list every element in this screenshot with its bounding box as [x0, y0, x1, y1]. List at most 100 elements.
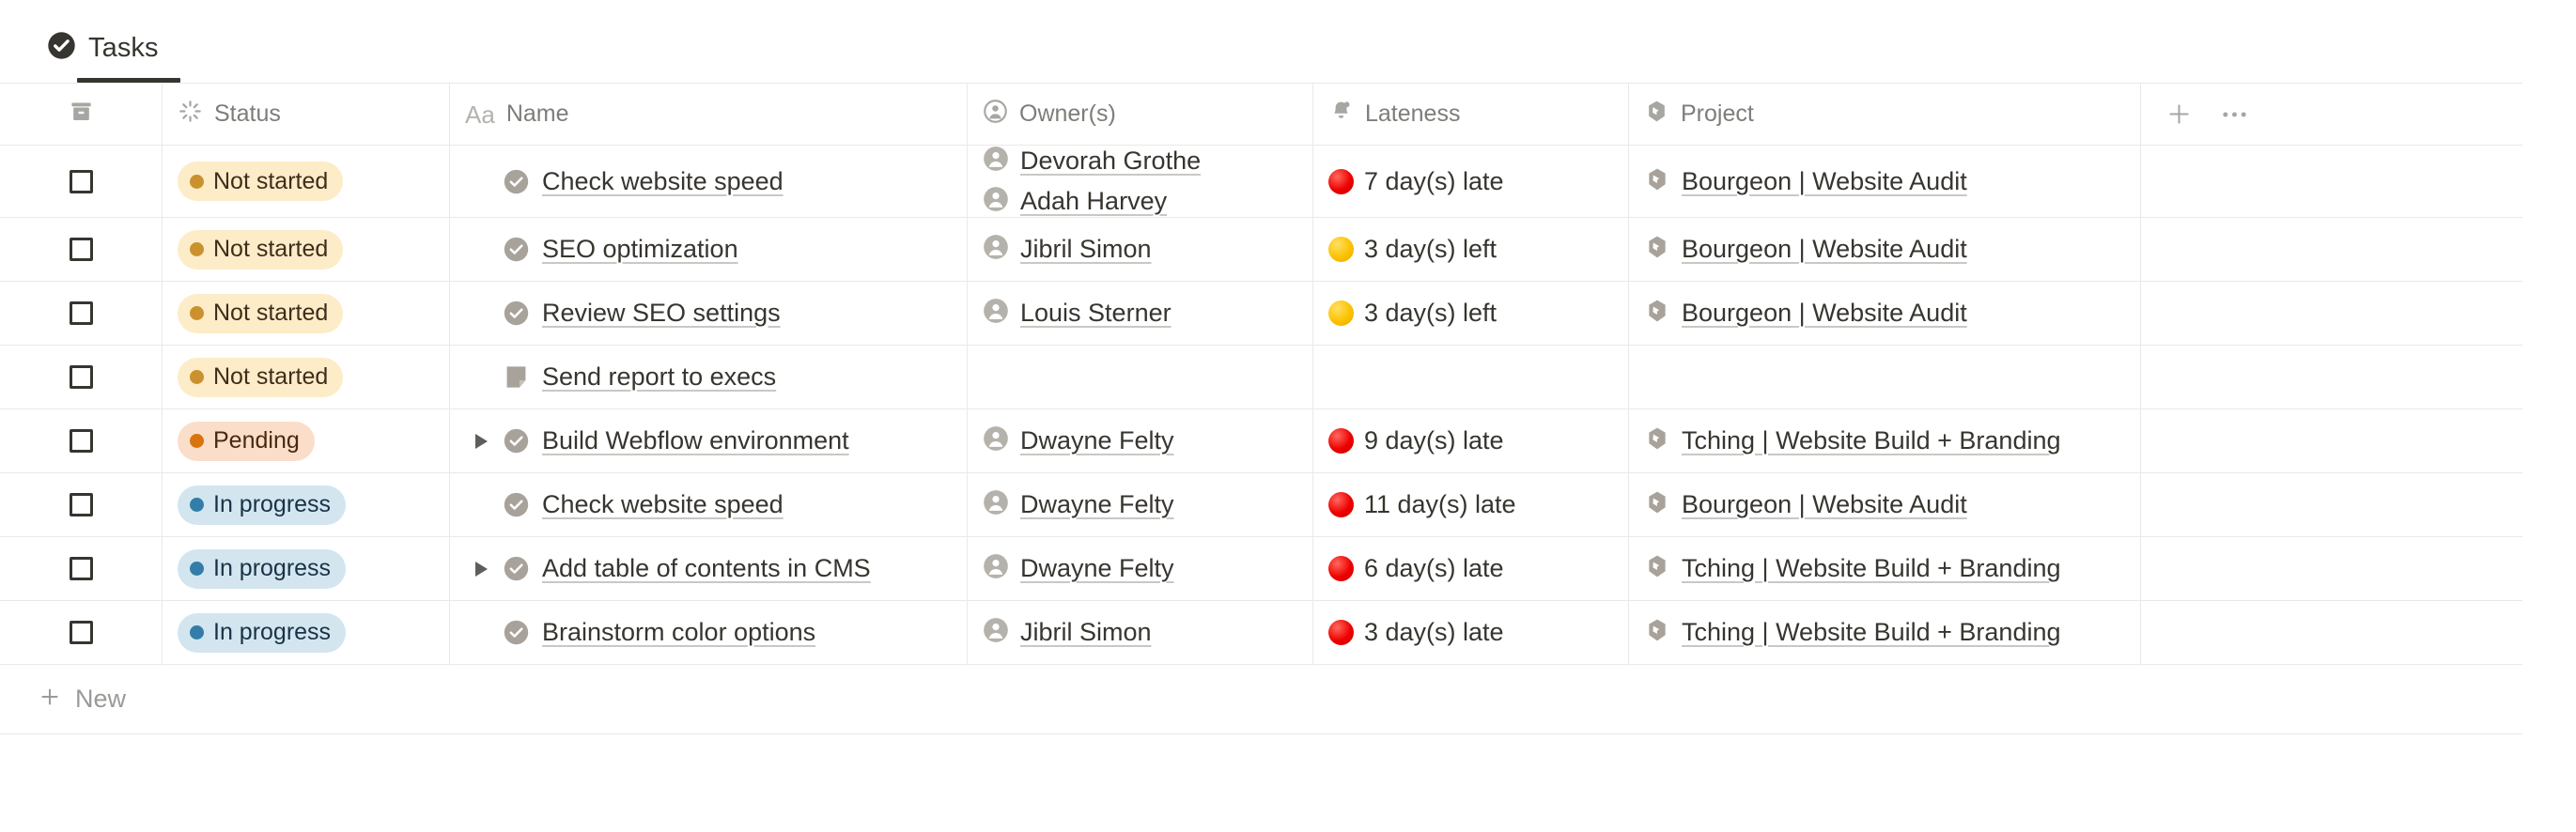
lateness-cell[interactable]: 6 day(s) late [1313, 537, 1629, 600]
table-row[interactable]: Pending Build Webflow environment Dwayne F… [0, 409, 2522, 473]
project-name-link[interactable]: Tching | Website Build + Branding [1682, 426, 2061, 455]
lateness-cell[interactable]: 7 day(s) late [1313, 146, 1629, 217]
task-name-link[interactable]: Add table of contents in CMS [542, 554, 871, 583]
status-cell[interactable]: In progress [163, 601, 450, 664]
table-row[interactable]: In progress Add table of contents in CMS D… [0, 537, 2522, 601]
project-cell[interactable] [1629, 346, 2141, 408]
owner-cell[interactable]: Dwayne Felty [968, 409, 1313, 472]
name-cell[interactable]: Check website speed [450, 473, 968, 536]
status-badge[interactable]: In progress [178, 485, 347, 525]
status-badge[interactable]: Pending [178, 421, 315, 461]
table-row[interactable]: Not started SEO optimization Jibril Simon 3… [0, 218, 2522, 282]
row-checkbox[interactable] [69, 557, 93, 580]
task-name-link[interactable]: Check website speed [542, 490, 784, 519]
owner-chip[interactable]: Louis Sterner [983, 298, 1297, 329]
status-badge[interactable]: Not started [178, 357, 344, 397]
status-cell[interactable]: Not started [163, 282, 450, 345]
status-cell[interactable]: Pending [163, 409, 450, 472]
project-cell[interactable]: Tching | Website Build + Branding [1629, 409, 2141, 472]
task-name-link[interactable]: SEO optimization [542, 235, 738, 264]
tab-tasks[interactable]: Tasks [41, 0, 180, 83]
row-checkbox[interactable] [69, 365, 93, 389]
name-cell[interactable]: SEO optimization [450, 218, 968, 281]
name-cell[interactable]: Add table of contents in CMS [450, 537, 968, 600]
name-cell[interactable]: Check website speed [450, 146, 968, 217]
owner-name-link[interactable]: Dwayne Felty [1020, 490, 1174, 519]
task-name-link[interactable]: Check website speed [542, 167, 784, 196]
table-row[interactable]: Not started Send report to execs [0, 346, 2522, 409]
owner-cell[interactable]: Dwayne Felty [968, 473, 1313, 536]
task-name-link[interactable]: Send report to execs [542, 362, 776, 392]
table-row[interactable]: In progress Check website speed Dwayne Fel… [0, 473, 2522, 537]
owner-chip[interactable]: Jibril Simon [983, 617, 1297, 648]
owner-cell[interactable]: Dwayne Felty [968, 537, 1313, 600]
project-chip[interactable]: Bourgeon | Website Audit [1644, 166, 1967, 197]
project-chip[interactable]: Bourgeon | Website Audit [1644, 489, 1967, 520]
project-chip[interactable]: Tching | Website Build + Branding [1644, 617, 2061, 648]
project-chip[interactable]: Bourgeon | Website Audit [1644, 234, 1967, 265]
row-checkbox[interactable] [69, 238, 93, 261]
row-checkbox[interactable] [69, 493, 93, 516]
owner-name-link[interactable]: Dwayne Felty [1020, 426, 1174, 455]
status-badge[interactable]: Not started [178, 293, 344, 333]
project-cell[interactable]: Bourgeon | Website Audit [1629, 473, 2141, 536]
lateness-cell[interactable]: 3 day(s) left [1313, 218, 1629, 281]
project-name-link[interactable]: Bourgeon | Website Audit [1682, 490, 1967, 519]
task-name-link[interactable]: Review SEO settings [542, 299, 781, 328]
owner-chip[interactable]: Dwayne Felty [983, 489, 1297, 520]
lateness-cell[interactable]: 11 day(s) late [1313, 473, 1629, 536]
name-cell[interactable]: Build Webflow environment [450, 409, 968, 472]
table-row[interactable]: In progress Brainstorm color options Jibri… [0, 601, 2522, 665]
table-row[interactable]: Not started Review SEO settings Louis Ster… [0, 282, 2522, 346]
row-checkbox[interactable] [69, 429, 93, 453]
project-name-link[interactable]: Bourgeon | Website Audit [1682, 235, 1967, 264]
status-badge[interactable]: Not started [178, 229, 344, 270]
row-checkbox[interactable] [69, 301, 93, 325]
add-column-button[interactable] [2165, 100, 2193, 128]
project-cell[interactable]: Tching | Website Build + Branding [1629, 537, 2141, 600]
project-cell[interactable]: Bourgeon | Website Audit [1629, 218, 2141, 281]
expand-toggle-icon[interactable] [465, 561, 497, 577]
project-chip[interactable]: Bourgeon | Website Audit [1644, 298, 1967, 329]
owner-name-link[interactable]: Jibril Simon [1020, 235, 1152, 264]
status-badge[interactable]: In progress [178, 612, 347, 653]
project-chip[interactable]: Tching | Website Build + Branding [1644, 553, 2061, 584]
name-cell[interactable]: Brainstorm color options [450, 601, 968, 664]
owner-name-link[interactable]: Louis Sterner [1020, 299, 1172, 328]
project-cell[interactable]: Tching | Website Build + Branding [1629, 601, 2141, 664]
owner-chip[interactable]: Dwayne Felty [983, 425, 1297, 456]
owner-chip[interactable]: Dwayne Felty [983, 553, 1297, 584]
project-chip[interactable]: Tching | Website Build + Branding [1644, 425, 2061, 456]
name-cell[interactable]: Review SEO settings [450, 282, 968, 345]
table-row[interactable]: Not started Check website speed Devorah Gr… [0, 146, 2522, 218]
column-header-status[interactable]: Status [163, 84, 450, 145]
owner-cell[interactable]: Devorah Grothe Adah Harvey [968, 146, 1313, 217]
project-name-link[interactable]: Tching | Website Build + Branding [1682, 554, 2061, 583]
column-header-owner[interactable]: Owner(s) [968, 84, 1313, 145]
lateness-cell[interactable] [1313, 346, 1629, 408]
status-cell[interactable]: Not started [163, 218, 450, 281]
column-header-project[interactable]: Project [1629, 84, 2141, 145]
status-badge[interactable]: Not started [178, 162, 344, 201]
column-header-lateness[interactable]: Lateness [1313, 84, 1629, 145]
name-cell[interactable]: Send report to execs [450, 346, 968, 408]
status-badge[interactable]: In progress [178, 548, 347, 589]
status-cell[interactable]: Not started [163, 346, 450, 408]
owner-chip[interactable]: Devorah Grothe [983, 146, 1297, 177]
owner-name-link[interactable]: Dwayne Felty [1020, 554, 1174, 583]
project-name-link[interactable]: Bourgeon | Website Audit [1682, 299, 1967, 328]
status-cell[interactable]: Not started [163, 146, 450, 217]
more-options-button[interactable] [2221, 110, 2248, 119]
owner-cell[interactable]: Jibril Simon [968, 601, 1313, 664]
owner-name-link[interactable]: Adah Harvey [1020, 187, 1167, 216]
project-cell[interactable]: Bourgeon | Website Audit [1629, 146, 2141, 217]
column-header-name[interactable]: Aa Name [450, 84, 968, 145]
status-cell[interactable]: In progress [163, 473, 450, 536]
owner-chip[interactable]: Jibril Simon [983, 234, 1297, 265]
lateness-cell[interactable]: 3 day(s) late [1313, 601, 1629, 664]
task-name-link[interactable]: Build Webflow environment [542, 426, 849, 455]
project-name-link[interactable]: Tching | Website Build + Branding [1682, 618, 2061, 647]
column-header-checkbox[interactable] [0, 84, 163, 145]
status-cell[interactable]: In progress [163, 537, 450, 600]
owner-cell[interactable] [968, 346, 1313, 408]
